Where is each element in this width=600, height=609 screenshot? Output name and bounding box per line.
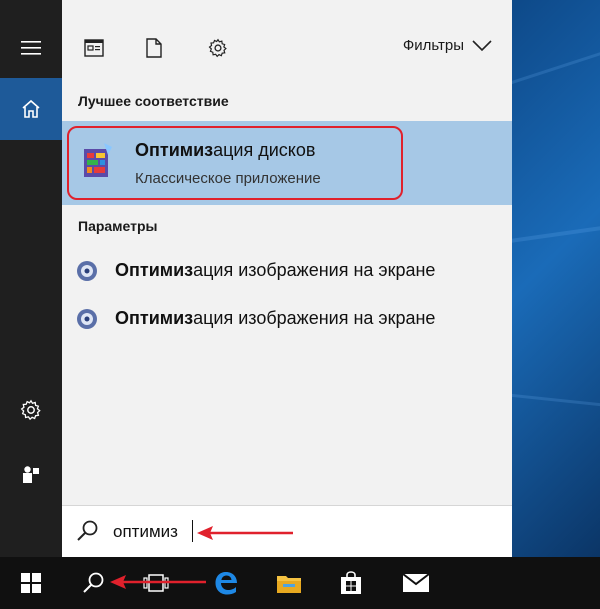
apps-filter-button[interactable] <box>80 34 108 62</box>
edge-button[interactable] <box>202 557 250 609</box>
settings-result-label: Оптимизация изображения на экране <box>115 260 436 280</box>
mail-icon <box>402 573 430 592</box>
search-results-panel: Фильтры Лучшее соответствие Оптимизация … <box>62 0 512 557</box>
gear-icon <box>20 399 41 421</box>
settings-button[interactable] <box>0 386 62 434</box>
mail-button[interactable] <box>392 557 440 609</box>
display-settings-icon <box>77 309 97 329</box>
edge-icon <box>215 572 237 595</box>
highlight-outline <box>67 126 403 200</box>
documents-icon <box>84 39 104 57</box>
text-caret <box>192 520 193 542</box>
search-icon <box>77 520 98 541</box>
filters-dropdown[interactable]: Фильтры <box>403 37 492 54</box>
search-box[interactable]: оптимиз <box>62 505 512 557</box>
documents-filter-button[interactable] <box>140 34 168 62</box>
task-view-icon <box>143 574 169 592</box>
file-explorer-button[interactable] <box>265 557 313 609</box>
settings-result-label: Оптимизация изображения на экране <box>115 308 436 328</box>
file-explorer-icon <box>277 576 301 593</box>
taskbar-search-button[interactable] <box>70 557 118 609</box>
store-icon <box>341 571 361 594</box>
start-button[interactable] <box>7 557 55 609</box>
results-toolbar: Фильтры <box>62 0 512 88</box>
chevron-down-icon <box>472 39 492 51</box>
user-account-button[interactable] <box>0 450 62 498</box>
settings-heading: Параметры <box>78 218 158 234</box>
settings-filter-button[interactable] <box>204 34 232 62</box>
home-button[interactable] <box>0 78 62 140</box>
settings-result-item[interactable]: Оптимизация изображения на экране <box>62 296 512 342</box>
user-icon <box>23 466 39 483</box>
task-view-button[interactable] <box>132 557 180 609</box>
best-match-heading: Лучшее соответствие <box>78 93 229 109</box>
filters-label: Фильтры <box>402 37 464 54</box>
windows-icon <box>21 573 41 593</box>
file-icon <box>146 38 162 58</box>
expand-menu-button[interactable] <box>0 24 62 72</box>
taskbar <box>0 557 600 609</box>
home-icon <box>22 99 40 118</box>
settings-result-item[interactable]: Оптимизация изображения на экране <box>62 248 512 294</box>
best-match-result[interactable]: Оптимизация дисков Классическое приложен… <box>62 121 512 205</box>
display-settings-icon <box>77 261 97 281</box>
store-button[interactable] <box>327 557 375 609</box>
gear-icon <box>208 38 227 58</box>
search-icon <box>83 572 104 593</box>
hamburger-icon <box>21 41 41 55</box>
search-input[interactable]: оптимиз <box>113 522 178 542</box>
start-menu-rail <box>0 0 62 557</box>
